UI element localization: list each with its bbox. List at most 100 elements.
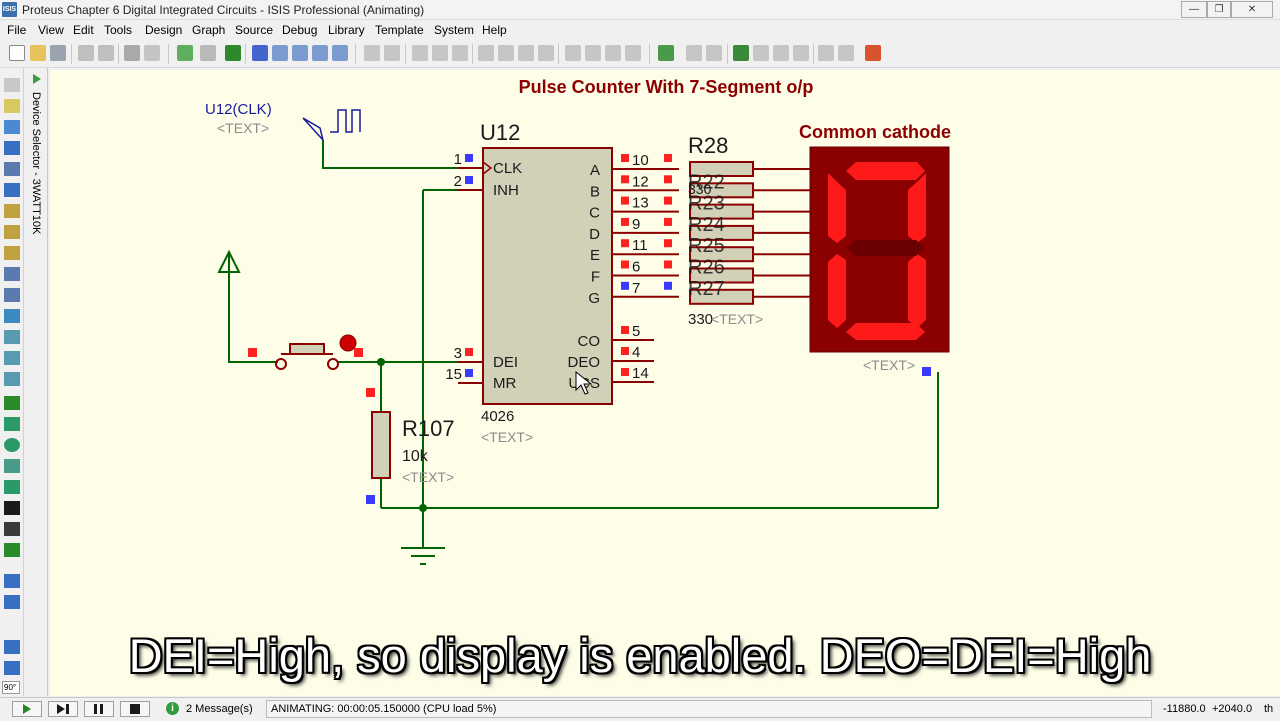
resistor-value-overlap: 330	[688, 181, 712, 197]
virtual-instruments-icon[interactable]	[4, 372, 20, 386]
zoom-out-icon[interactable]	[292, 45, 308, 61]
path-mode-icon[interactable]	[4, 480, 20, 494]
box-mode-icon[interactable]	[4, 417, 20, 431]
arc-mode-icon[interactable]	[4, 459, 20, 473]
pick-device-icon[interactable]	[565, 45, 581, 61]
ic-pin-name: DEI	[493, 354, 518, 371]
rotate-clockwise-icon[interactable]	[4, 574, 20, 588]
packaging-tool-icon[interactable]	[605, 45, 621, 61]
open-folder-icon[interactable]	[30, 45, 46, 61]
ares-icon[interactable]	[865, 45, 881, 61]
generator-mode-icon[interactable]	[4, 309, 20, 323]
origin-icon[interactable]	[225, 45, 241, 61]
menu-source[interactable]: Source	[235, 23, 273, 37]
generator-name: U12(CLK)	[205, 101, 272, 118]
marker-mode-icon[interactable]	[4, 543, 20, 557]
zoom-area-icon[interactable]	[332, 45, 348, 61]
toolbar-separator	[355, 44, 356, 64]
save-icon[interactable]	[50, 45, 66, 61]
wire-autorouter-icon[interactable]	[658, 45, 674, 61]
decompose-icon[interactable]	[625, 45, 641, 61]
new-file-icon[interactable]	[9, 45, 25, 61]
schematic-canvas[interactable]: Pulse Counter With 7-Segment o/p U12(CLK…	[50, 70, 1280, 696]
pan-icon[interactable]	[252, 45, 268, 61]
pin-marker	[366, 495, 375, 504]
pause-button[interactable]	[84, 701, 114, 717]
redo-icon[interactable]	[384, 45, 400, 61]
electrical-rules-icon[interactable]	[818, 45, 834, 61]
voltage-probe-icon[interactable]	[4, 330, 20, 344]
search-tag-icon[interactable]	[686, 45, 702, 61]
redraw-icon[interactable]	[177, 45, 193, 61]
text-script-icon[interactable]	[4, 162, 20, 176]
component-mode-icon[interactable]	[4, 99, 20, 113]
menu-tools[interactable]: Tools	[104, 23, 132, 37]
wire-label-icon[interactable]	[4, 141, 20, 155]
block-rotate-icon[interactable]	[518, 45, 534, 61]
remove-sheet-icon[interactable]	[753, 45, 769, 61]
subcircuit-icon[interactable]	[4, 204, 20, 218]
menu-library[interactable]: Library	[328, 23, 365, 37]
selection-mode-icon[interactable]	[4, 78, 20, 92]
switch-actuator-icon[interactable]	[339, 334, 357, 352]
symbol-mode-icon[interactable]	[4, 522, 20, 536]
block-copy-icon[interactable]	[478, 45, 494, 61]
block-delete-icon[interactable]	[538, 45, 554, 61]
undo-icon[interactable]	[364, 45, 380, 61]
messages-count[interactable]: 2 Message(s)	[186, 703, 253, 715]
copy-icon[interactable]	[432, 45, 448, 61]
minimize-button[interactable]: —	[1181, 1, 1207, 18]
new-sheet-icon[interactable]	[733, 45, 749, 61]
stop-button[interactable]	[120, 701, 150, 717]
area-icon[interactable]	[144, 45, 160, 61]
menu-file[interactable]: File	[7, 23, 26, 37]
device-pins-icon[interactable]	[4, 246, 20, 260]
schematic-sheet[interactable]: Pulse Counter With 7-Segment o/p U12(CLK…	[50, 70, 1280, 696]
buses-icon[interactable]	[4, 183, 20, 197]
expand-arrow-icon[interactable]	[33, 74, 41, 84]
bill-of-materials-icon[interactable]	[793, 45, 809, 61]
paste-icon[interactable]	[452, 45, 468, 61]
messages-icon[interactable]: i	[166, 702, 179, 715]
menu-design[interactable]: Design	[145, 23, 182, 37]
menu-system[interactable]: System	[434, 23, 474, 37]
cut-icon[interactable]	[412, 45, 428, 61]
graph-mode-icon[interactable]	[4, 267, 20, 281]
zoom-in-icon[interactable]	[272, 45, 288, 61]
resistor-body	[371, 411, 391, 479]
junction-dot-icon[interactable]	[4, 120, 20, 134]
menu-view[interactable]: View	[38, 23, 64, 37]
exit-to-parent-icon[interactable]	[773, 45, 789, 61]
play-button[interactable]	[12, 701, 42, 717]
block-move-icon[interactable]	[498, 45, 514, 61]
grid-icon[interactable]	[200, 45, 216, 61]
text-mode-icon[interactable]	[4, 501, 20, 515]
maximize-button[interactable]: ❐	[1207, 1, 1231, 18]
circle-mode-icon[interactable]	[4, 438, 20, 452]
rotate-anticlockwise-icon[interactable]	[4, 595, 20, 609]
import-icon[interactable]	[78, 45, 94, 61]
close-button[interactable]: ✕	[1231, 1, 1273, 18]
menu-help[interactable]: Help	[482, 23, 507, 37]
device-selector-panel[interactable]: Device Selector - 3WATT10K	[26, 68, 48, 696]
step-button[interactable]	[48, 701, 78, 717]
line-mode-icon[interactable]	[4, 396, 20, 410]
zoom-all-icon[interactable]	[312, 45, 328, 61]
pin-state-marker	[664, 217, 672, 226]
ic-pin-number: 7	[632, 280, 640, 297]
export-icon[interactable]	[98, 45, 114, 61]
property-tool-icon[interactable]	[706, 45, 722, 61]
seven-segment-display[interactable]: Common cathode <TEXT>	[799, 122, 951, 376]
menu-edit[interactable]: Edit	[73, 23, 94, 37]
menu-graph[interactable]: Graph	[192, 23, 225, 37]
netlist-icon[interactable]	[838, 45, 854, 61]
tape-recorder-icon[interactable]	[4, 288, 20, 302]
current-probe-icon[interactable]	[4, 351, 20, 365]
pin-marker	[366, 388, 375, 397]
menu-debug[interactable]: Debug	[282, 23, 317, 37]
menu-template[interactable]: Template	[375, 23, 424, 37]
make-device-icon[interactable]	[585, 45, 601, 61]
terminals-icon[interactable]	[4, 225, 20, 239]
pin-state-marker	[621, 217, 629, 226]
print-icon[interactable]	[124, 45, 140, 61]
